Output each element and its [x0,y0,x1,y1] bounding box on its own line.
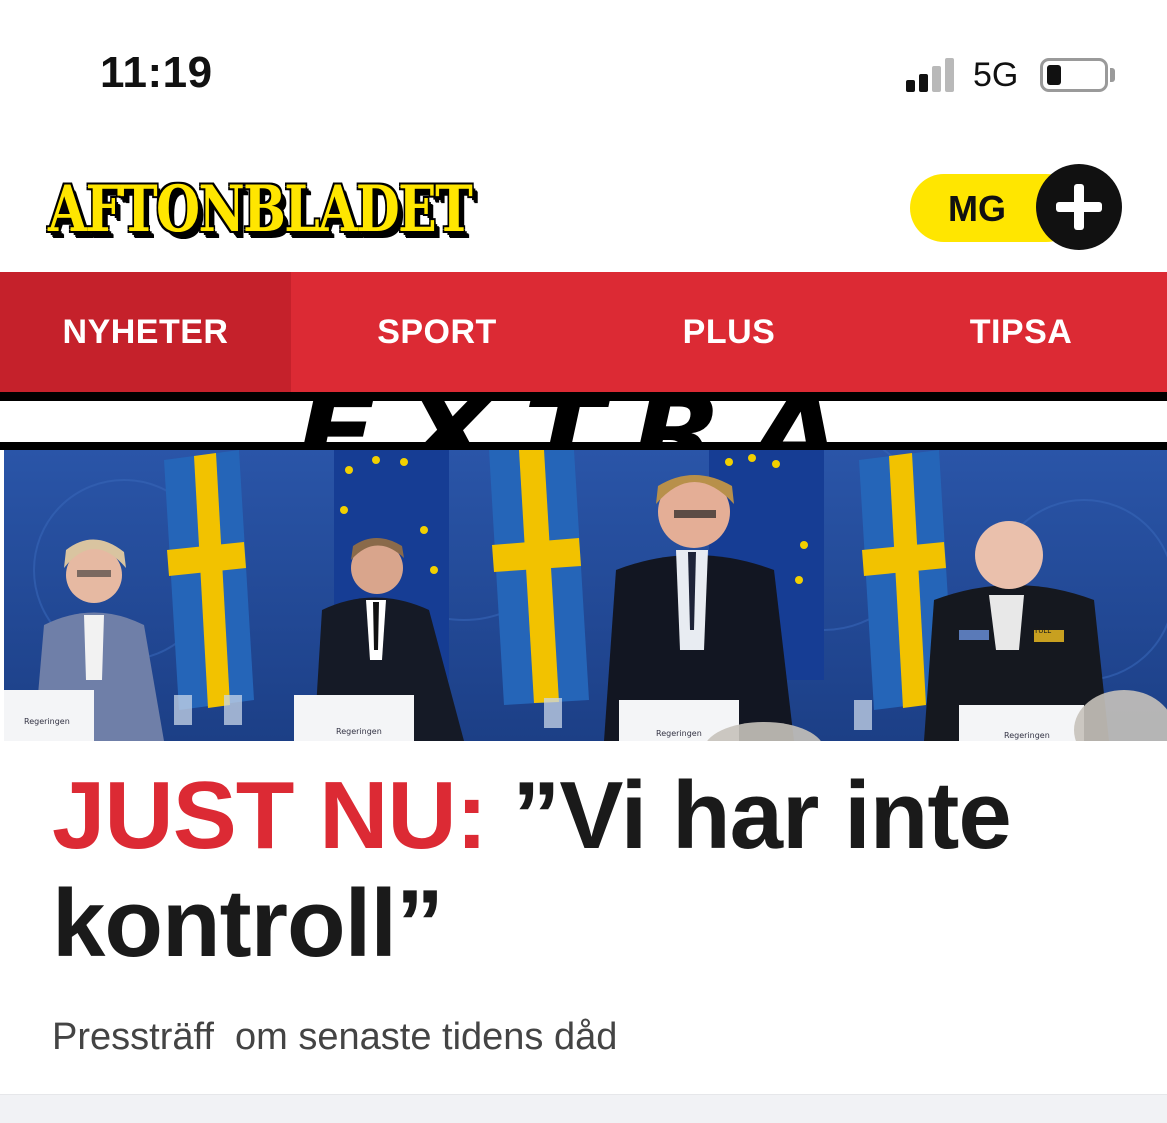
network-type: 5G [973,56,1019,94]
nav-item-label: TIPSA [969,312,1073,351]
battery-icon [1040,58,1108,92]
extra-banner-text: EXTRA [296,392,870,450]
press-conference-illustration: Regeringen Regeringen Regeringen Regerin… [4,450,1167,741]
battery-cap [1110,68,1115,82]
logo-text: AFTONBLADET [48,172,473,247]
nav-item-label: SPORT [377,312,497,351]
site-header: AFTONBLADET MG [0,150,1167,272]
nav-item-nyheter[interactable]: NYHETER [0,272,291,392]
article-subtitle: Pressträff om senaste tidens dåd [52,1016,618,1058]
nav-item-tipsa[interactable]: TIPSA [875,272,1167,392]
podium-label: Regeringen [1004,731,1050,740]
extra-banner[interactable]: EXTRA [0,392,1167,450]
status-time: 11:19 [100,48,213,97]
next-section-divider [0,1094,1167,1123]
status-bar: 11:19 5G [0,0,1167,150]
mg-label: MG [948,188,1006,229]
podium-label: Regeringen [24,717,70,726]
plus-icon[interactable] [1036,164,1122,250]
nav-item-label: PLUS [682,312,776,351]
nav-item-sport[interactable]: SPORT [291,272,583,392]
main-nav: NYHETER SPORT PLUS TIPSA [0,272,1167,392]
extra-banner-graphic: EXTRA [0,392,1167,450]
aftonbladet-logo[interactable]: AFTONBLADET [48,170,528,250]
podium-label: Regeringen [336,727,382,736]
nav-item-plus[interactable]: PLUS [583,272,875,392]
swedish-flag [164,450,254,710]
swedish-flag [489,450,589,705]
hero-image[interactable]: Regeringen Regeringen Regeringen Regerin… [4,450,1167,741]
article-headline[interactable]: JUST NU: ”Vi har inte kontroll” [52,762,1112,978]
uniform-badge: TULL [1033,627,1051,635]
nav-item-label: NYHETER [62,312,229,351]
podium-label: Regeringen [656,729,702,738]
article-kicker: JUST NU: [52,762,488,869]
cellular-signal-icon [906,56,960,92]
